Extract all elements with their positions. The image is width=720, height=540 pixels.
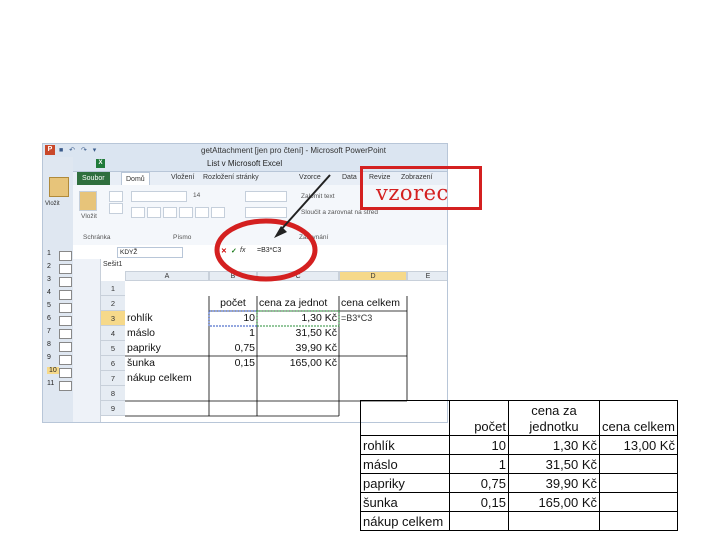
table-row: šunka 0,15 165,00 Kč bbox=[360, 492, 678, 512]
table-cell bbox=[599, 511, 678, 531]
table-header-cell bbox=[360, 400, 450, 436]
callout-arrow-line bbox=[278, 174, 331, 233]
table-cell: 165,00 Kč bbox=[508, 492, 600, 512]
result-table: počet cena za jednotku cena celkem rohlík 10 1… bbox=[360, 400, 678, 531]
table-cell: papriky bbox=[360, 473, 450, 493]
table-cell: 0,75 bbox=[449, 473, 509, 493]
table-row: rohlík 10 1,30 Kč 13,00 Kč bbox=[360, 435, 678, 455]
table-cell: 10 bbox=[449, 435, 509, 455]
table-header-cell: cena za jednotku bbox=[508, 400, 600, 436]
table-row: papriky 0,75 39,90 Kč bbox=[360, 473, 678, 493]
table-cell: 1,30 Kč bbox=[508, 435, 600, 455]
table-cell bbox=[599, 454, 678, 474]
table-cell: nákup celkem bbox=[360, 511, 450, 531]
table-header-cell: počet bbox=[449, 400, 509, 436]
table-row: nákup celkem bbox=[360, 511, 678, 531]
highlight-ellipse bbox=[214, 218, 318, 282]
table-header-row: počet cena za jednotku cena celkem bbox=[360, 400, 678, 436]
table-cell bbox=[599, 473, 678, 493]
table-cell: rohlík bbox=[360, 435, 450, 455]
table-cell: 1 bbox=[449, 454, 509, 474]
table-cell: 0,15 bbox=[449, 492, 509, 512]
table-cell: máslo bbox=[360, 454, 450, 474]
table-cell bbox=[449, 511, 509, 531]
table-cell: 39,90 Kč bbox=[508, 473, 600, 493]
table-row: máslo 1 31,50 Kč bbox=[360, 454, 678, 474]
result-table-wrapper: počet cena za jednotku cena celkem rohlík 10 1… bbox=[360, 400, 678, 531]
callout-arrow-head bbox=[274, 226, 287, 238]
table-header-cell: cena celkem bbox=[599, 400, 678, 436]
table-cell: 13,00 Kč bbox=[599, 435, 678, 455]
vzorec-label: vzorec bbox=[376, 181, 449, 205]
table-cell bbox=[599, 492, 678, 512]
table-cell: šunka bbox=[360, 492, 450, 512]
table-cell: 31,50 Kč bbox=[508, 454, 600, 474]
table-cell bbox=[508, 511, 600, 531]
